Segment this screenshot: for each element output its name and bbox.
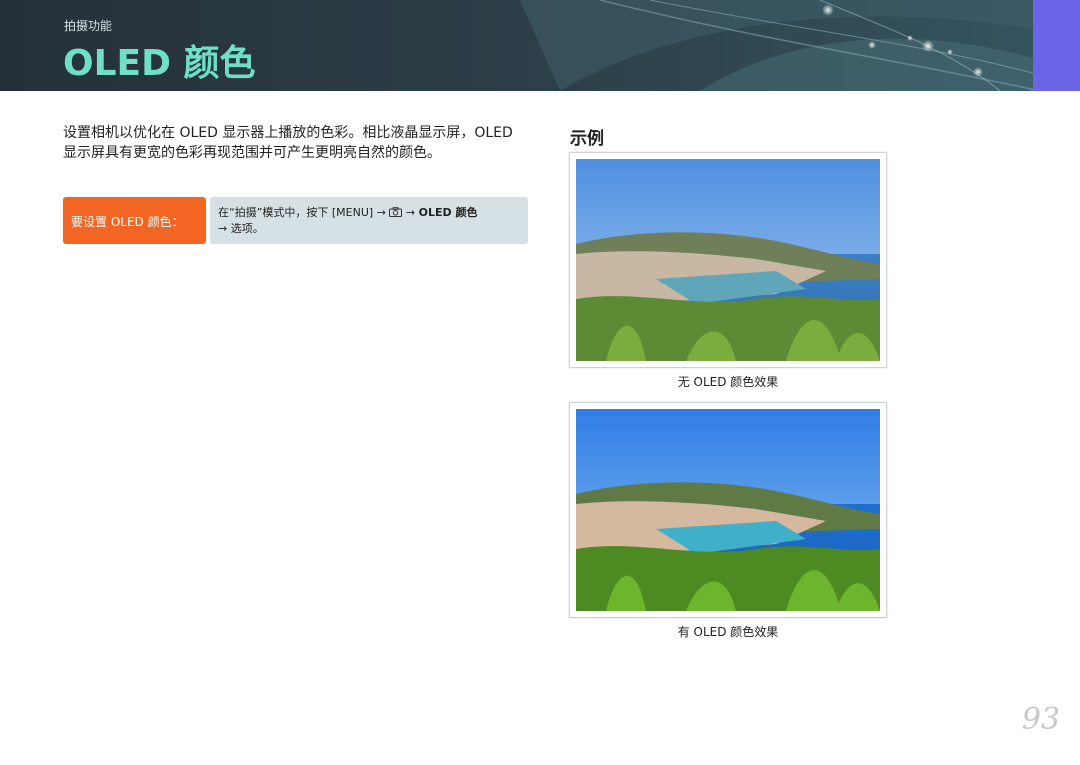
example-heading: 示例 <box>570 129 604 149</box>
accent-block <box>1033 0 1080 91</box>
header-banner: 拍摄功能 OLED 颜色 <box>0 0 1080 91</box>
photo-with-oled <box>569 402 887 618</box>
caption-without-oled: 无 OLED 颜色效果 <box>677 375 779 389</box>
page-title: OLED 颜色 <box>63 43 256 84</box>
photo-without-oled <box>569 152 887 368</box>
camera-icon <box>389 207 403 217</box>
howto-arrow: → <box>405 206 416 219</box>
howto-step-line2: → 选项。 <box>218 222 264 235</box>
caption-with-oled: 有 OLED 颜色效果 <box>677 625 779 639</box>
page-number: 93 <box>1021 702 1060 737</box>
howto-label: 要设置 OLED 颜色： <box>63 197 206 244</box>
howto-step-text: 在“拍摄”模式中，按下 [MENU] → <box>218 206 386 219</box>
intro-paragraph: 设置相机以优化在 OLED 显示器上播放的色彩。相比液晶显示屏，OLED 显示屏… <box>63 125 513 161</box>
howto-option-name: OLED 颜色 <box>418 206 478 219</box>
howto-steps: 在“拍摄”模式中，按下 [MENU] → → OLED 颜色 → 选项。 <box>210 197 528 244</box>
section-label: 拍摄功能 <box>64 19 113 33</box>
